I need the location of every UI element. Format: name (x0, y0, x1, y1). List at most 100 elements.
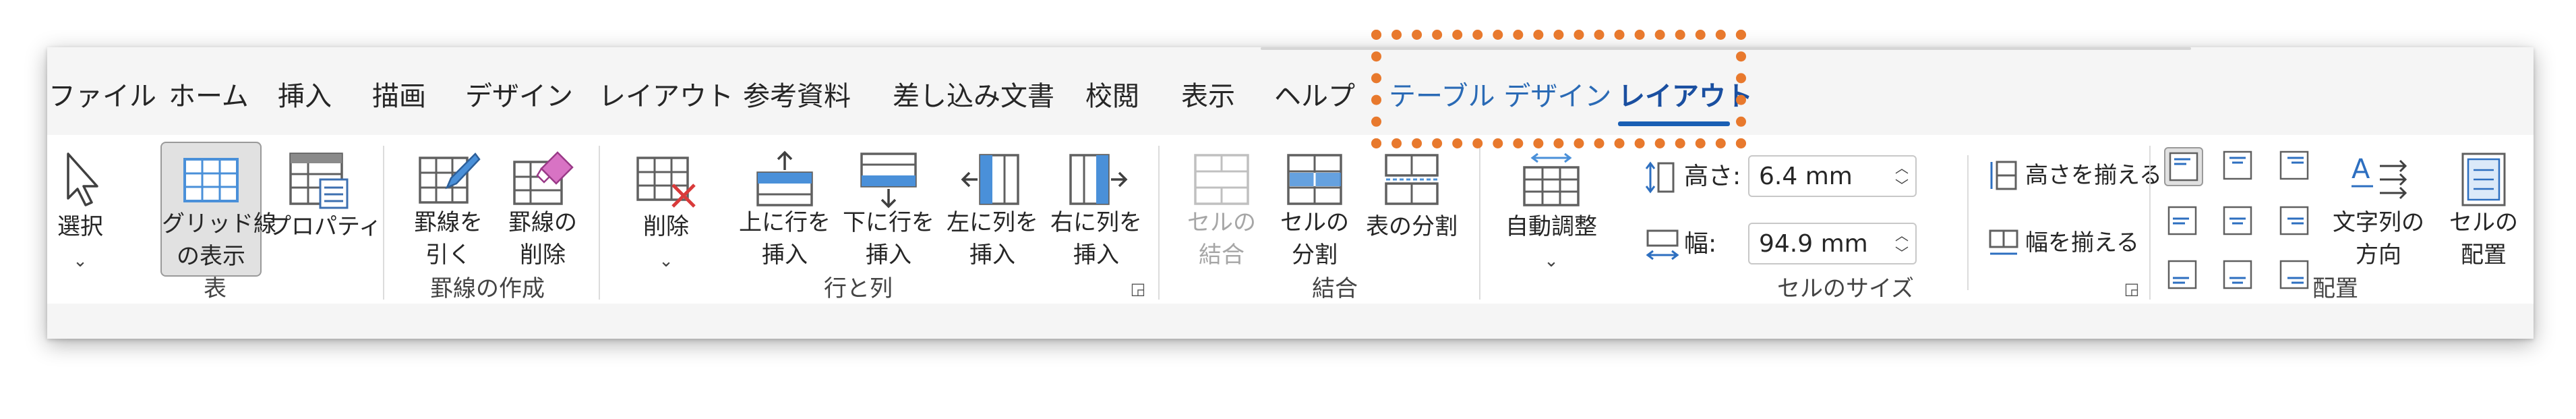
draw-table-button[interactable]: 罫線を 引く (405, 142, 492, 277)
align-bottom-left-icon (2167, 260, 2197, 289)
eraser-button[interactable]: 罫線の 削除 (499, 142, 587, 277)
group-label-merge: 結合 (1312, 275, 1358, 302)
column-width-input[interactable]: 94.9 mm ︿ ﹀ (1748, 223, 1917, 264)
properties-button[interactable]: プロパティ (268, 142, 382, 277)
eraser-label-line2: 削除 (520, 242, 566, 269)
draw-table-label-line2: 引く (425, 242, 471, 269)
draw-table-pencil-icon (419, 152, 481, 204)
align-middle-right-icon (2279, 206, 2309, 235)
split-cells-icon (1287, 154, 1342, 205)
autofit-button[interactable]: 自動調整 ⌄ (1494, 142, 1609, 277)
tab-mailings[interactable]: 差し込み文書 (893, 78, 1054, 115)
group-separator (1479, 146, 1480, 300)
delete-button[interactable]: 削除 ⌄ (626, 142, 707, 277)
table-properties-icon (289, 152, 349, 209)
delete-label: 削除 (643, 213, 689, 240)
dialog-launcher-icon[interactable]: ◲ (1129, 279, 1147, 298)
select-label: 選択 (57, 213, 103, 240)
insert-above-label-line2: 挿入 (762, 242, 808, 269)
cell-margins-button[interactable]: セルの 配置 (2439, 142, 2528, 277)
align-bottom-right-button[interactable] (2276, 256, 2315, 296)
insert-below-label-line1: 下に行を (843, 209, 934, 236)
group-separator (1158, 146, 1160, 300)
insert-below-button[interactable]: 下に行を 挿入 (837, 142, 940, 277)
tab-help[interactable]: ヘルプ (1274, 78, 1355, 115)
ribbon-bottom-strip (47, 304, 2534, 339)
gridlines-label-line1: グリッド線 (162, 211, 276, 238)
row-height-field: 高さ: 6.4 mm ︿ ﹀ (1637, 155, 1954, 198)
tab-home[interactable]: ホーム (169, 78, 249, 115)
align-top-right-icon (2279, 150, 2309, 180)
cell-margins-icon (2461, 152, 2506, 206)
align-bottom-left-button[interactable] (2164, 256, 2203, 296)
tab-view[interactable]: 表示 (1181, 78, 1235, 115)
insert-below-label-line2: 挿入 (866, 242, 911, 269)
align-top-right-button[interactable] (2276, 147, 2315, 186)
properties-label: プロパティ (268, 213, 382, 240)
merge-cells-button[interactable]: セルの 結合 (1178, 142, 1265, 277)
text-direction-button[interactable]: A 文字列の 方向 (2325, 142, 2432, 277)
distribute-rows-label: 高さを揃える (2025, 162, 2162, 189)
group-label-rows-columns: 行と列 (824, 275, 893, 302)
insert-above-label-line1: 上に行を (739, 209, 831, 236)
align-middle-left-button[interactable] (2164, 202, 2203, 242)
group-separator (2149, 146, 2151, 300)
group-label-cell-size: セルのサイズ (1777, 275, 1914, 302)
text-direction-label-line1: 文字列の (2333, 209, 2424, 236)
insert-column-right-icon (1069, 154, 1128, 205)
autofit-label: 自動調整 (1505, 213, 1597, 240)
table-grid-icon (183, 158, 239, 202)
dialog-launcher-icon[interactable]: ◲ (2122, 279, 2141, 298)
align-middle-left-icon (2167, 206, 2197, 235)
insert-row-below-icon (860, 152, 917, 208)
group-separator (599, 146, 600, 300)
ribbon: ファイル ホーム 挿入 描画 デザイン レイアウト 参考資料 差し込み文書 校閲… (47, 47, 2534, 339)
spinner-icon[interactable]: ︿ ﹀ (1894, 159, 1910, 194)
insert-left-button[interactable]: 左に列を 挿入 (941, 142, 1044, 277)
align-middle-right-button[interactable] (2276, 202, 2315, 242)
insert-above-button[interactable]: 上に行を 挿入 (733, 142, 836, 277)
delete-table-icon (636, 157, 696, 208)
tab-layout[interactable]: レイアウト (599, 78, 733, 115)
view-gridlines-button[interactable]: グリッド線 の表示 (160, 142, 276, 277)
merge-cells-label-line2: 結合 (1199, 242, 1245, 269)
tab-insert[interactable]: 挿入 (278, 78, 332, 115)
split-table-button[interactable]: 表の分割 (1358, 142, 1466, 277)
chevron-down-icon: ⌄ (659, 251, 673, 271)
tab-design[interactable]: デザイン (465, 78, 573, 115)
insert-right-button[interactable]: 右に列を 挿入 (1045, 142, 1147, 277)
column-width-value: 94.9 mm (1759, 230, 1868, 258)
row-height-value: 6.4 mm (1759, 163, 1853, 190)
align-top-left-button[interactable] (2164, 147, 2203, 186)
align-top-center-icon (2223, 150, 2252, 180)
chevron-down-icon: ⌄ (73, 251, 88, 271)
insert-right-label-line2: 挿入 (1073, 242, 1119, 269)
row-height-input[interactable]: 6.4 mm ︿ ﹀ (1748, 155, 1917, 197)
chevron-down-icon: ⌄ (1544, 251, 1559, 271)
ribbon-tab-bar: ファイル ホーム 挿入 描画 デザイン レイアウト 参考資料 差し込み文書 校閲… (47, 47, 2534, 135)
select-button[interactable]: 選択 ⌄ (53, 142, 108, 277)
tab-file[interactable]: ファイル (49, 78, 156, 115)
merge-cells-icon (1194, 154, 1249, 205)
align-middle-center-button[interactable] (2219, 202, 2258, 242)
cursor-arrow-icon (67, 152, 98, 206)
tab-draw[interactable]: 描画 (372, 78, 426, 115)
row-height-label: 高さ: (1684, 163, 1741, 190)
tab-references[interactable]: 参考資料 (743, 78, 851, 115)
spinner-icon[interactable]: ︿ ﹀ (1894, 227, 1910, 262)
split-table-icon (1385, 154, 1439, 205)
autofit-table-icon (1523, 152, 1580, 206)
align-bottom-center-icon (2223, 260, 2252, 289)
eraser-icon (513, 151, 574, 205)
split-table-label: 表の分割 (1366, 213, 1458, 240)
merge-cells-label-line1: セルの (1187, 209, 1256, 236)
distribute-columns-icon (1989, 229, 2018, 255)
align-bottom-center-button[interactable] (2219, 256, 2258, 296)
insert-left-label-line2: 挿入 (969, 242, 1015, 269)
gridlines-label-line2: の表示 (177, 243, 245, 270)
tab-review[interactable]: 校閲 (1085, 78, 1139, 115)
align-top-center-button[interactable] (2219, 147, 2258, 186)
text-direction-icon: A (2352, 154, 2407, 200)
distribute-columns-label: 幅を揃える (2025, 229, 2139, 256)
split-cells-button[interactable]: セルの 分割 (1271, 142, 1358, 277)
